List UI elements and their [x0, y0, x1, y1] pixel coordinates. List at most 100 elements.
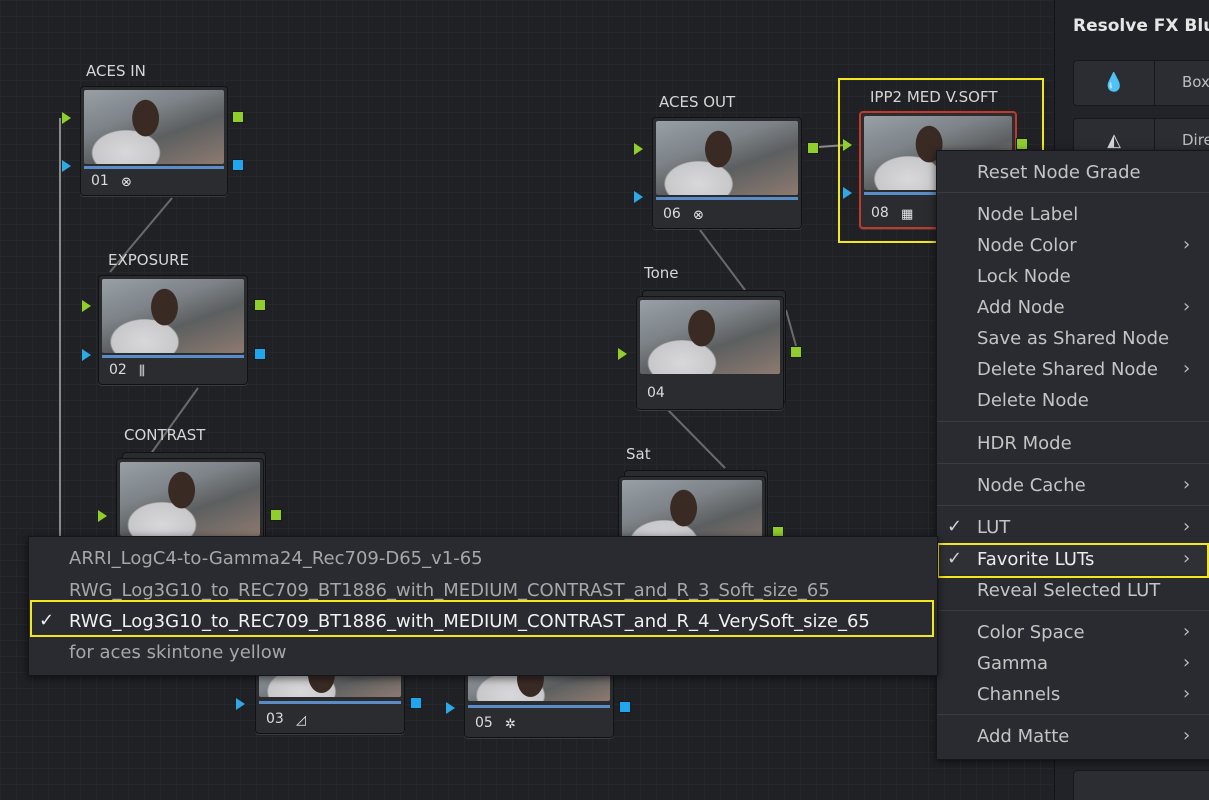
favorite-luts-submenu: ARRI_LogC4-to-Gamma24_Rec709-D65_v1-65 R…: [28, 536, 938, 676]
input-port-blue[interactable]: [236, 698, 245, 710]
node-label-sat: Sat: [626, 445, 651, 463]
chevron-right-icon: ›: [1183, 296, 1191, 317]
node-tone[interactable]: 04: [636, 296, 784, 410]
lut-item-label: RWG_Log3G10_to_REC709_BT1886_with_MEDIUM…: [69, 611, 870, 632]
output-port-green[interactable]: [232, 111, 244, 123]
menu-item-add-node[interactable]: Add Node ›: [937, 292, 1209, 322]
chevron-right-icon: ›: [1183, 358, 1191, 379]
menu-item-gamma[interactable]: Gamma ›: [937, 648, 1209, 678]
menu-item-label: Add Node: [977, 297, 1065, 318]
input-port-green[interactable]: [618, 348, 627, 360]
input-port-blue[interactable]: [446, 702, 455, 714]
menu-separator: [937, 610, 1209, 611]
lut-item-rwg-soft[interactable]: RWG_Log3G10_to_REC709_BT1886_with_MEDIUM…: [29, 575, 937, 605]
menu-item-channels[interactable]: Channels ›: [937, 679, 1209, 709]
lut-item-arri-logc4[interactable]: ARRI_LogC4-to-Gamma24_Rec709-D65_v1-65: [29, 543, 937, 573]
output-port-green[interactable]: [807, 142, 819, 154]
node-label-aces-in: ACES IN: [86, 62, 146, 80]
chevron-right-icon: ›: [1183, 474, 1191, 495]
menu-item-delete-shared-node[interactable]: Delete Shared Node ›: [937, 354, 1209, 384]
menu-item-label: Lock Node: [977, 266, 1071, 287]
node-aces-in[interactable]: 01 ⊗: [80, 86, 228, 196]
lut-grid-icon: ▦: [901, 207, 914, 222]
menu-item-add-matte[interactable]: Add Matte ›: [937, 721, 1209, 751]
node-bar: [468, 705, 610, 708]
output-port-green[interactable]: [1016, 138, 1028, 150]
menu-item-label: Node Label: [977, 204, 1079, 225]
node-thumbnail: [84, 90, 224, 164]
output-port-blue[interactable]: [232, 159, 244, 171]
input-port-blue[interactable]: [634, 191, 643, 203]
lut-item-label: ARRI_LogC4-to-Gamma24_Rec709-D65_v1-65: [69, 548, 483, 569]
output-port-green[interactable]: [790, 346, 802, 358]
node-thumbnail: [120, 462, 260, 536]
node-aces-out[interactable]: 06 ⊗: [652, 117, 802, 229]
chevron-right-icon: ›: [1183, 516, 1191, 537]
input-port-green[interactable]: [634, 143, 643, 155]
node-context-menu: Reset Node Grade Node Label Node Color › …: [936, 150, 1209, 760]
menu-item-lock-node[interactable]: Lock Node: [937, 261, 1209, 291]
menu-item-favorite-luts[interactable]: ✓ Favorite LUTs ›: [937, 544, 1209, 574]
menu-item-save-shared-node[interactable]: Save as Shared Node: [937, 323, 1209, 353]
menu-item-label: Save as Shared Node: [977, 328, 1170, 349]
output-port-green[interactable]: [270, 509, 282, 521]
checkmark-icon: ✓: [39, 610, 55, 631]
checkmark-icon: ✓: [947, 548, 963, 569]
node-number: 03: [266, 711, 284, 727]
node-bar: [259, 701, 401, 704]
input-port-blue[interactable]: [62, 160, 71, 172]
menu-item-lut[interactable]: ✓ LUT ›: [937, 512, 1209, 542]
fx-box-blur-button[interactable]: 💧 Box: [1073, 60, 1209, 106]
input-port-green[interactable]: [82, 300, 91, 312]
node-bar: [102, 355, 244, 358]
panel-title: Resolve FX Blu: [1073, 16, 1209, 36]
curve-icon: ◿: [296, 713, 306, 728]
menu-item-node-cache[interactable]: Node Cache ›: [937, 470, 1209, 500]
chevron-right-icon: ›: [1183, 234, 1191, 255]
menu-item-label: Node Cache: [977, 475, 1086, 496]
node-number: 02: [109, 362, 127, 378]
menu-item-label: Color Space: [977, 622, 1085, 643]
node-number: 04: [647, 385, 665, 401]
menu-item-reset-node-grade[interactable]: Reset Node Grade: [937, 157, 1209, 187]
lut-item-aces-skintone[interactable]: for aces skintone yellow: [29, 637, 937, 667]
checkmark-icon: ✓: [947, 516, 963, 537]
fx-button-label: Dire: [1182, 131, 1209, 149]
node-label-contrast: CONTRAST: [124, 426, 206, 444]
menu-item-label: Favorite LUTs: [977, 549, 1095, 570]
menu-item-hdr-mode[interactable]: HDR Mode: [937, 428, 1209, 458]
output-port-blue[interactable]: [254, 348, 266, 360]
menu-item-node-label[interactable]: Node Label: [937, 199, 1209, 229]
chevron-right-icon: ›: [1183, 652, 1191, 673]
chevron-right-icon: ›: [1183, 683, 1191, 704]
menu-item-delete-node[interactable]: Delete Node: [937, 385, 1209, 415]
output-port-blue[interactable]: [619, 701, 631, 713]
node-exposure[interactable]: 02 ⫼: [98, 275, 248, 385]
menu-item-node-color[interactable]: Node Color ›: [937, 230, 1209, 260]
menu-item-reveal-selected-lut[interactable]: Reveal Selected LUT: [937, 575, 1209, 605]
chevron-right-icon: ›: [1183, 621, 1191, 642]
menu-item-label: Add Matte: [977, 726, 1070, 747]
input-port-green[interactable]: [98, 510, 107, 522]
input-port-blue[interactable]: [843, 187, 852, 199]
input-port-green[interactable]: [843, 139, 852, 151]
fx-button-bottom[interactable]: [1073, 770, 1209, 800]
node-bar: [656, 197, 798, 200]
aces-icon: ⊗: [693, 208, 704, 223]
menu-item-color-space[interactable]: Color Space ›: [937, 617, 1209, 647]
input-port-green[interactable]: [62, 112, 71, 124]
node-graph[interactable]: ACES IN 01 ⊗ EXPOSURE 02 ⫼ CONTRAST ACES…: [0, 0, 1209, 800]
node-number: 08: [871, 205, 889, 221]
output-port-blue[interactable]: [410, 697, 422, 709]
menu-item-label: Delete Shared Node: [977, 359, 1158, 380]
menu-separator: [937, 505, 1209, 506]
node-label-ipp2: IPP2 MED V.SOFT: [870, 88, 998, 106]
lut-item-rwg-verysoft-selected[interactable]: ✓ RWG_Log3G10_to_REC709_BT1886_with_MEDIU…: [29, 606, 937, 636]
input-port-blue[interactable]: [82, 349, 91, 361]
menu-item-label: Reveal Selected LUT: [977, 580, 1161, 601]
node-number: 06: [663, 206, 681, 222]
output-port-green[interactable]: [254, 299, 266, 311]
node-label-tone: Tone: [644, 264, 679, 282]
fx-button-label: Box: [1182, 73, 1209, 91]
menu-item-label: HDR Mode: [977, 433, 1072, 454]
